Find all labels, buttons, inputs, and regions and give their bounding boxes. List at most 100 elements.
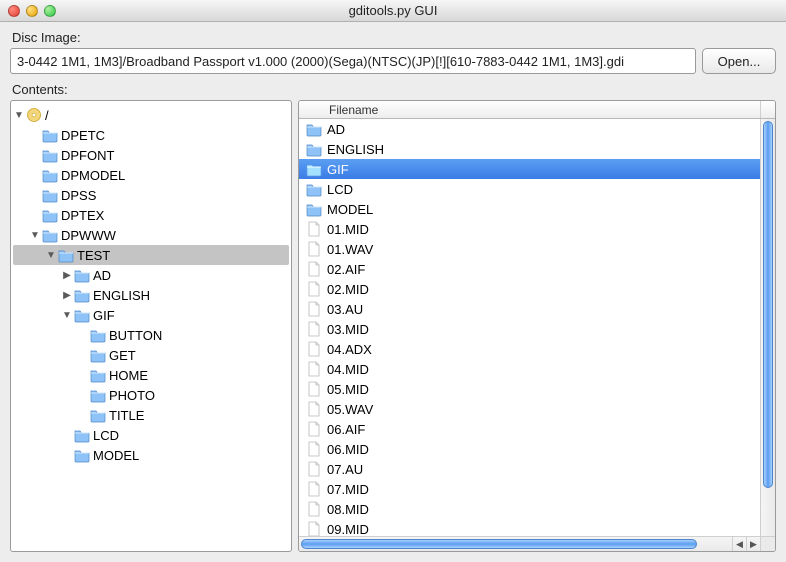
file-icon bbox=[305, 261, 323, 277]
list-row[interactable]: LCD bbox=[299, 179, 760, 199]
scroll-left-arrow-icon[interactable]: ◀ bbox=[732, 537, 746, 551]
file-icon bbox=[305, 241, 323, 257]
list-row[interactable]: 07.MID bbox=[299, 479, 760, 499]
tree-node[interactable]: ▼TEST bbox=[13, 245, 289, 265]
tree-node[interactable]: ▼/ bbox=[13, 105, 289, 125]
list-row[interactable]: ENGLISH bbox=[299, 139, 760, 159]
horizontal-scrollbar[interactable]: ◀ ▶ bbox=[299, 536, 760, 551]
list-row[interactable]: 03.MID bbox=[299, 319, 760, 339]
file-icon bbox=[305, 401, 323, 417]
close-window-button[interactable] bbox=[8, 5, 20, 17]
list-row[interactable]: 05.MID bbox=[299, 379, 760, 399]
tree-node[interactable]: ▶ ENGLISH bbox=[13, 285, 289, 305]
folder-icon bbox=[89, 407, 107, 423]
tree-node-label: DPWWW bbox=[61, 228, 116, 243]
list-row[interactable]: 01.MID bbox=[299, 219, 760, 239]
tree-node[interactable]: DPETC bbox=[13, 125, 289, 145]
disclosure-triangle-icon[interactable]: ▼ bbox=[29, 230, 41, 241]
tree-node[interactable]: DPSS bbox=[13, 185, 289, 205]
list-row-label: 01.WAV bbox=[327, 242, 373, 257]
folder-icon bbox=[57, 247, 75, 263]
file-icon bbox=[305, 341, 323, 357]
file-icon bbox=[305, 501, 323, 517]
tree-node-label: GIF bbox=[93, 308, 115, 323]
window-controls bbox=[0, 5, 56, 17]
titlebar: gditools.py GUI bbox=[0, 0, 786, 22]
tree-node[interactable]: TITLE bbox=[13, 405, 289, 425]
scroll-corner bbox=[760, 536, 775, 551]
file-icon bbox=[305, 321, 323, 337]
list-row[interactable]: GIF bbox=[299, 159, 760, 179]
folder-icon bbox=[73, 307, 91, 323]
list-row[interactable]: 06.AIF bbox=[299, 419, 760, 439]
list-row[interactable]: 01.WAV bbox=[299, 239, 760, 259]
list-row-label: 09.MID bbox=[327, 522, 369, 537]
minimize-window-button[interactable] bbox=[26, 5, 38, 17]
list-column-header[interactable]: Filename bbox=[299, 101, 775, 119]
folder-icon bbox=[305, 161, 323, 177]
tree-node[interactable]: ▶AD bbox=[13, 265, 289, 285]
open-button-label: Open... bbox=[718, 54, 761, 69]
list-row-label: 05.MID bbox=[327, 382, 369, 397]
zoom-window-button[interactable] bbox=[44, 5, 56, 17]
tree-node[interactable]: ▼ DPWWW bbox=[13, 225, 289, 245]
folder-icon bbox=[305, 141, 323, 157]
horizontal-scroll-thumb[interactable] bbox=[301, 539, 697, 549]
folder-icon bbox=[41, 167, 59, 183]
tree-node[interactable]: HOME bbox=[13, 365, 289, 385]
list-row[interactable]: AD bbox=[299, 119, 760, 139]
folder-icon bbox=[89, 367, 107, 383]
disclosure-triangle-icon[interactable]: ▼ bbox=[61, 310, 73, 321]
disc-icon bbox=[25, 107, 43, 123]
open-button[interactable]: Open... bbox=[702, 48, 776, 74]
disc-image-label: Disc Image: bbox=[12, 30, 776, 45]
tree-node-label: MODEL bbox=[93, 448, 139, 463]
tree-node-label: HOME bbox=[109, 368, 148, 383]
list-row[interactable]: 04.ADX bbox=[299, 339, 760, 359]
tree-node[interactable]: PHOTO bbox=[13, 385, 289, 405]
file-list-pane[interactable]: Filename AD ENGLISH GIF LCDMODEL01.MID 01.WA… bbox=[298, 100, 776, 552]
list-row[interactable]: MODEL bbox=[299, 199, 760, 219]
list-row[interactable]: 02.MID bbox=[299, 279, 760, 299]
folder-icon bbox=[89, 347, 107, 363]
tree-node[interactable]: BUTTON bbox=[13, 325, 289, 345]
tree-node-label: PHOTO bbox=[109, 388, 155, 403]
file-icon bbox=[305, 301, 323, 317]
tree-node[interactable]: GET bbox=[13, 345, 289, 365]
tree-node[interactable]: DPTEX bbox=[13, 205, 289, 225]
list-row[interactable]: 04.MID bbox=[299, 359, 760, 379]
vertical-scroll-thumb[interactable] bbox=[763, 121, 773, 488]
folder-icon bbox=[73, 427, 91, 443]
tree-node[interactable]: ▼ GIF bbox=[13, 305, 289, 325]
list-row[interactable]: 05.WAV bbox=[299, 399, 760, 419]
folder-icon bbox=[305, 201, 323, 217]
list-row-label: 06.AIF bbox=[327, 422, 365, 437]
list-row-label: AD bbox=[327, 122, 345, 137]
list-row[interactable]: 03.AU bbox=[299, 299, 760, 319]
vertical-scrollbar[interactable] bbox=[760, 119, 775, 536]
tree-node-label: DPMODEL bbox=[61, 168, 125, 183]
list-row-label: GIF bbox=[327, 162, 349, 177]
list-row[interactable]: 08.MID bbox=[299, 499, 760, 519]
disc-image-path-field[interactable]: 3-0442 1M1, 1M3]/Broadband Passport v1.0… bbox=[10, 48, 696, 74]
disclosure-triangle-icon[interactable]: ▶ bbox=[61, 270, 73, 281]
tree-node-label: GET bbox=[109, 348, 136, 363]
list-row[interactable]: 07.AU bbox=[299, 459, 760, 479]
tree-node[interactable]: LCD bbox=[13, 425, 289, 445]
tree-node-label: / bbox=[45, 108, 49, 123]
tree-node[interactable]: DPMODEL bbox=[13, 165, 289, 185]
file-icon bbox=[305, 361, 323, 377]
tree-node[interactable]: DPFONT bbox=[13, 145, 289, 165]
list-row[interactable]: 02.AIF bbox=[299, 259, 760, 279]
disclosure-triangle-icon[interactable]: ▶ bbox=[61, 290, 73, 301]
disclosure-triangle-icon[interactable]: ▼ bbox=[13, 110, 25, 121]
list-row[interactable]: 06.MID bbox=[299, 439, 760, 459]
scroll-right-arrow-icon[interactable]: ▶ bbox=[746, 537, 760, 551]
tree-node[interactable]: MODEL bbox=[13, 445, 289, 465]
disclosure-triangle-icon[interactable]: ▼ bbox=[45, 250, 57, 261]
list-row-label: 02.AIF bbox=[327, 262, 365, 277]
tree-node-label: ENGLISH bbox=[93, 288, 150, 303]
folder-icon bbox=[41, 127, 59, 143]
list-row-label: 06.MID bbox=[327, 442, 369, 457]
tree-pane[interactable]: ▼/DPETCDPFONTDPMODELDPSSDPTEX▼DPWWW▼TEST… bbox=[10, 100, 292, 552]
